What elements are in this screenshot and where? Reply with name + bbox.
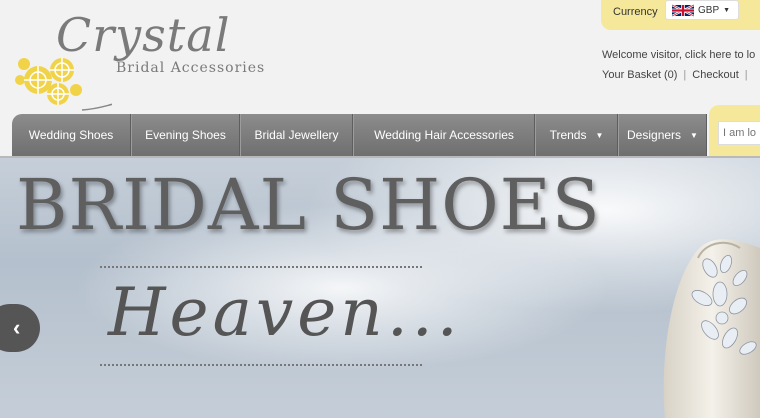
- checkout-link[interactable]: Checkout: [692, 69, 738, 81]
- banner-title: BRIDAL SHOES: [16, 164, 601, 246]
- chevron-left-icon: ‹: [13, 315, 21, 340]
- uk-flag-icon: [672, 3, 694, 17]
- nav-item-wedding-hair-accessories[interactable]: Wedding Hair Accessories: [353, 114, 535, 156]
- dotted-divider: [100, 266, 422, 268]
- nav-item-bridal-jewellery[interactable]: Bridal Jewellery: [240, 114, 353, 156]
- nav-item-label: Wedding Hair Accessories: [374, 128, 514, 142]
- currency-select[interactable]: GBP ▼: [665, 0, 739, 20]
- caret-down-icon: ▼: [723, 6, 731, 14]
- hero-banner[interactable]: BRIDAL SHOES Heaven... ‹: [0, 158, 760, 418]
- logo-title: Crystal: [56, 8, 231, 62]
- nav-item-evening-shoes[interactable]: Evening Shoes: [131, 114, 240, 156]
- search-input[interactable]: [718, 121, 760, 145]
- nav-item-label: Trends: [549, 128, 587, 142]
- banner-script-text: Heaven...: [108, 274, 462, 351]
- search-panel: [709, 105, 760, 157]
- currency-value: GBP: [698, 4, 720, 16]
- account-links: Your Basket (0) | Checkout |: [602, 69, 754, 81]
- currency-label: Currency: [613, 6, 658, 18]
- site-header: Crystal Bridal Accessories Currency GBP …: [0, 0, 760, 115]
- welcome-message[interactable]: Welcome visitor, click here to lo: [602, 49, 755, 61]
- caret-down-icon: ▼: [595, 130, 604, 140]
- main-nav: Wedding Shoes Evening Shoes Bridal Jewel…: [12, 114, 707, 156]
- nav-item-designers[interactable]: Designers ▼: [618, 114, 707, 156]
- nav-item-wedding-shoes[interactable]: Wedding Shoes: [12, 114, 131, 156]
- currency-bar: Currency GBP ▼: [601, 0, 760, 30]
- logo-subtitle: Bridal Accessories: [116, 60, 266, 76]
- caret-down-icon: ▼: [690, 130, 698, 140]
- site-logo[interactable]: Crystal Bridal Accessories: [12, 6, 292, 116]
- bridal-shoe-image: [663, 239, 760, 418]
- link-separator: |: [744, 69, 748, 81]
- basket-link[interactable]: Your Basket (0): [602, 69, 677, 81]
- dotted-divider: [100, 364, 422, 366]
- slider-prev-button[interactable]: ‹: [0, 304, 40, 352]
- nav-item-label: Designers: [627, 128, 682, 142]
- link-separator: |: [683, 69, 687, 81]
- nav-item-trends[interactable]: Trends ▼: [535, 114, 618, 156]
- nav-item-label: Evening Shoes: [145, 128, 226, 142]
- nav-item-label: Bridal Jewellery: [254, 128, 339, 142]
- nav-item-label: Wedding Shoes: [28, 128, 114, 142]
